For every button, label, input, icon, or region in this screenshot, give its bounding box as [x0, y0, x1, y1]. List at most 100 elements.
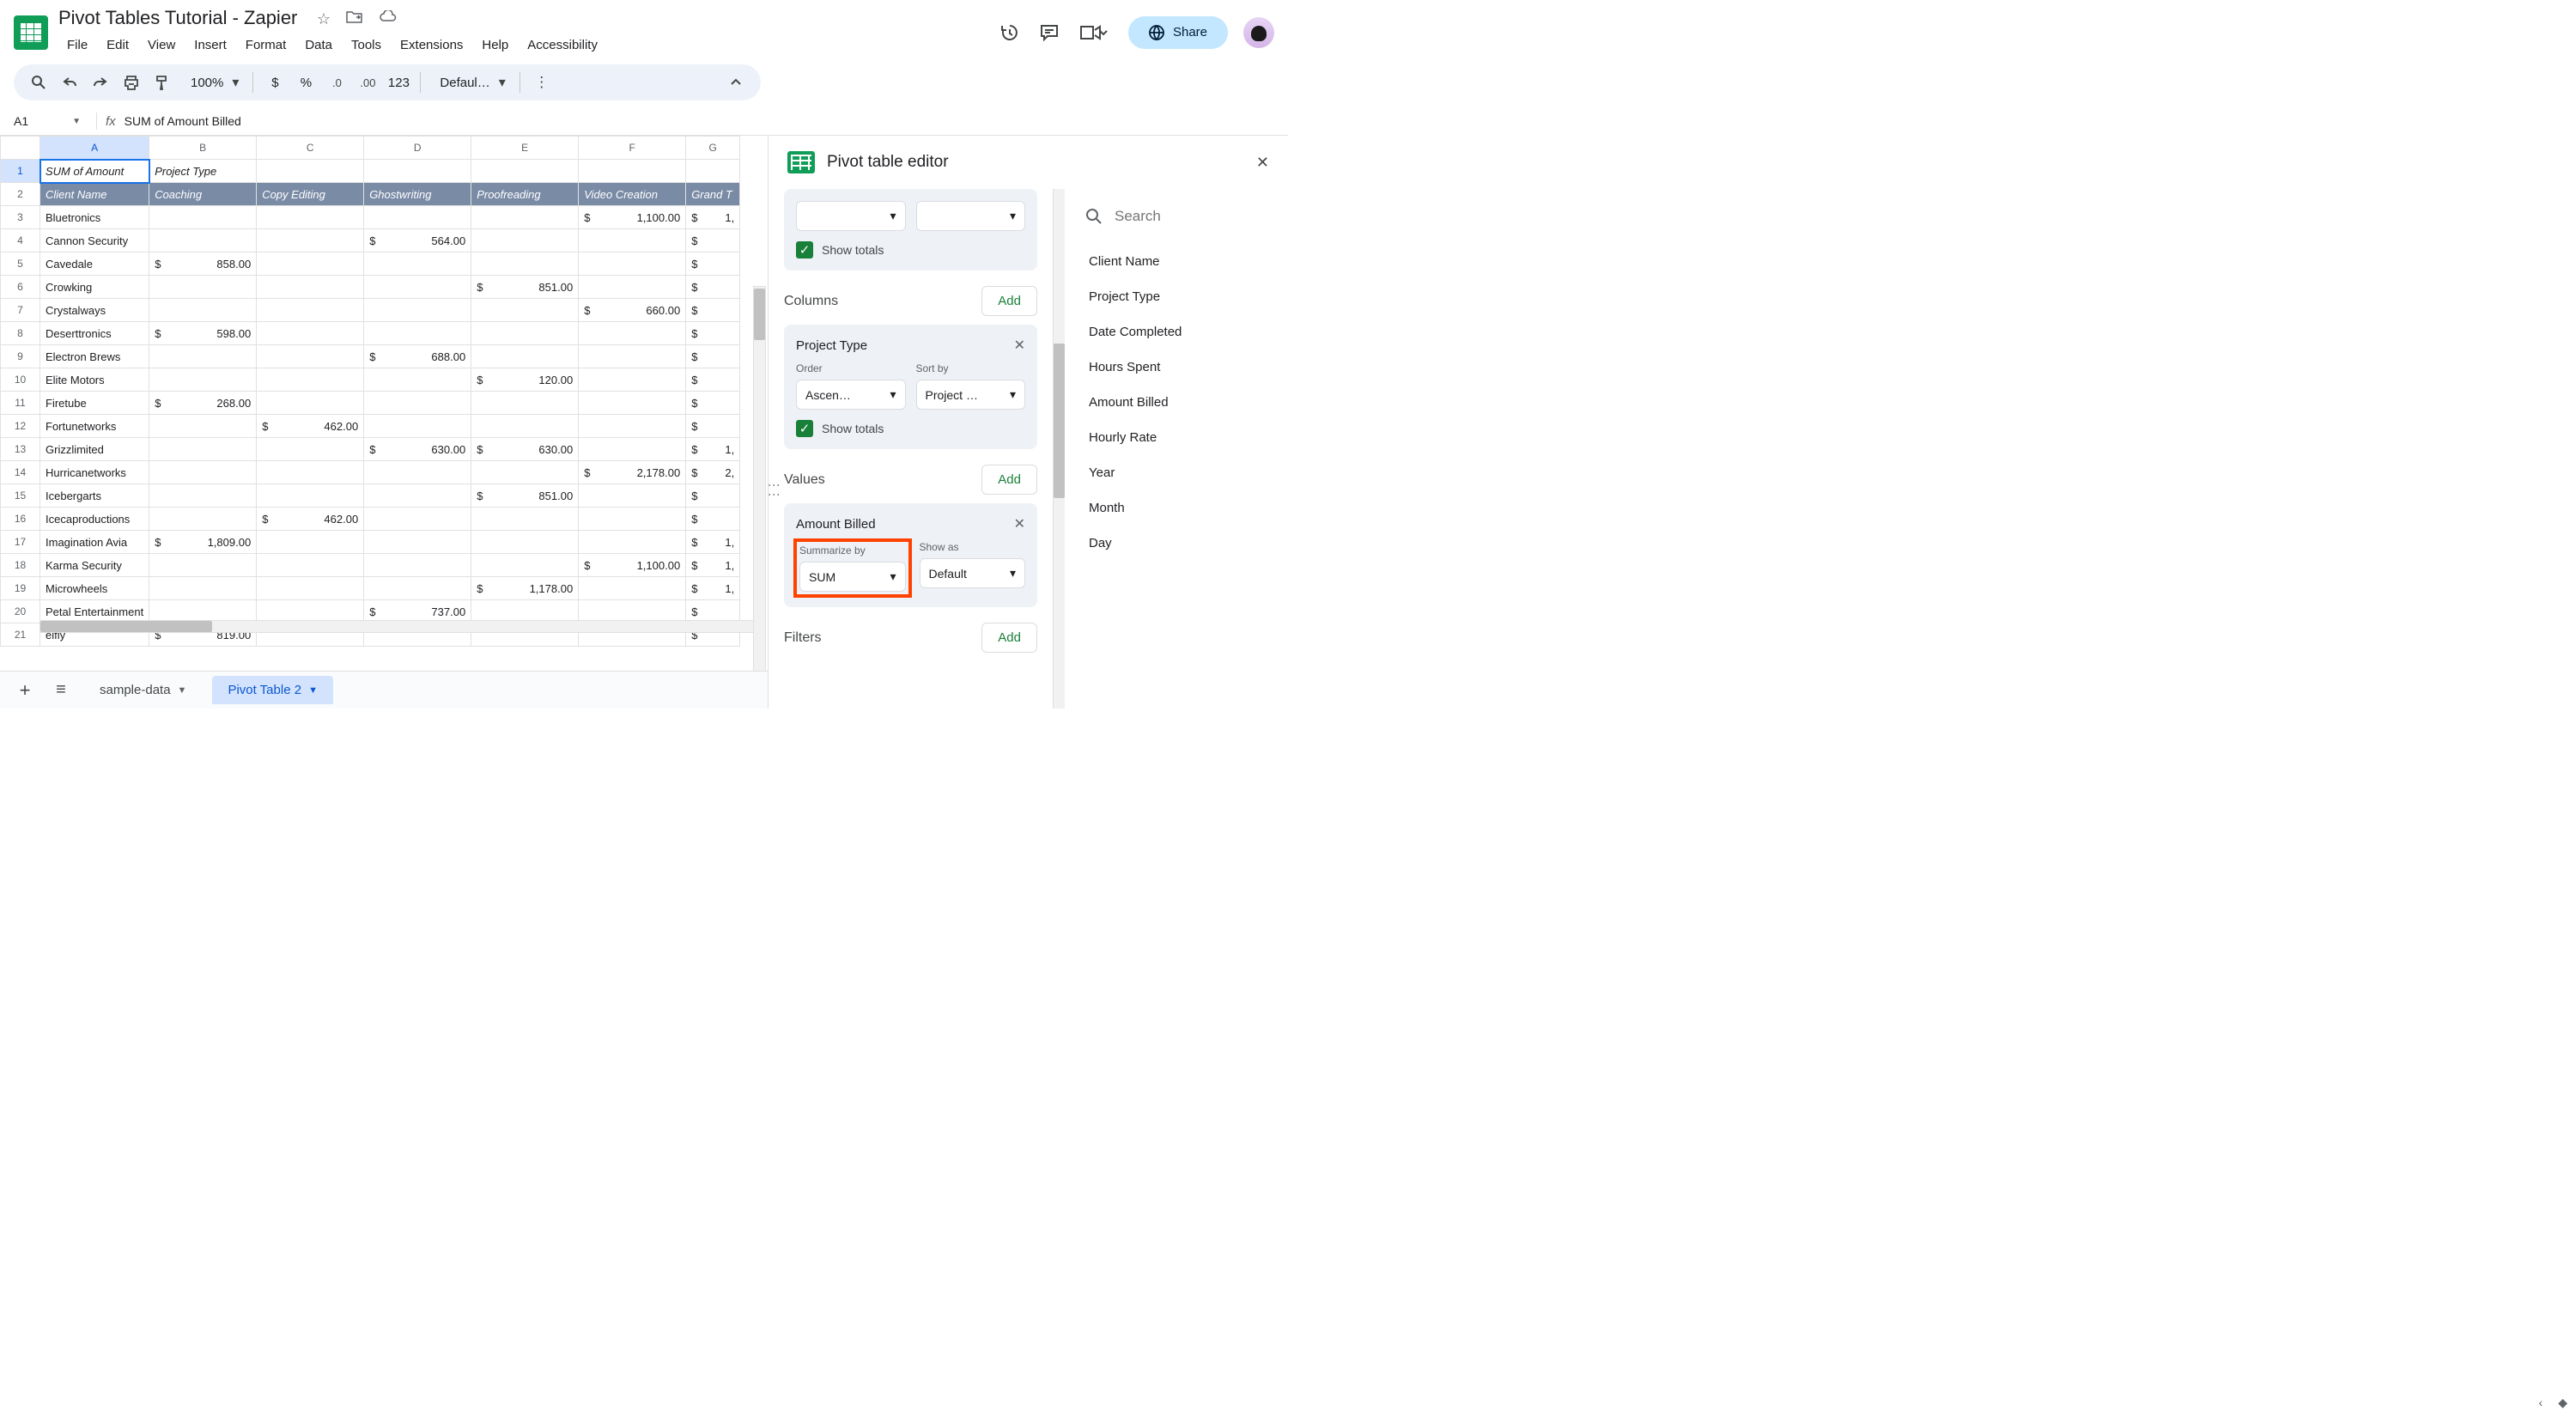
search-icon[interactable] [26, 70, 52, 95]
menu-file[interactable]: File [58, 33, 96, 58]
share-button[interactable]: Share [1128, 16, 1228, 49]
name-box[interactable]: A1▼ [7, 111, 88, 131]
col-header-F[interactable]: F [579, 137, 686, 160]
row-header-17[interactable]: 17 [1, 531, 40, 554]
sortby-dropdown[interactable]: Project …▾ [916, 380, 1026, 410]
cell-A1[interactable]: SUM of Amount [40, 160, 149, 183]
show-totals-checkbox[interactable]: ✓ [796, 241, 813, 258]
field-month[interactable]: Month [1080, 490, 1273, 526]
cell-A4[interactable]: Cannon Security [40, 229, 149, 252]
cell-A13[interactable]: Grizzlimited [40, 438, 149, 461]
menu-tools[interactable]: Tools [343, 33, 390, 58]
cell-A16[interactable]: Icecaproductions [40, 508, 149, 531]
cell-A8[interactable]: Deserttronics [40, 322, 149, 345]
cell-A15[interactable]: Icebergarts [40, 484, 149, 508]
sheets-logo-icon[interactable] [14, 15, 48, 50]
field-day[interactable]: Day [1080, 526, 1273, 561]
cell-A17[interactable]: Imagination Avia [40, 531, 149, 554]
row-header-14[interactable]: 14 [1, 461, 40, 484]
add-values-button[interactable]: Add [981, 465, 1037, 495]
field-amount-billed[interactable]: Amount Billed [1080, 385, 1273, 420]
paint-format-icon[interactable] [149, 70, 175, 95]
field-client-name[interactable]: Client Name [1080, 244, 1273, 279]
menu-edit[interactable]: Edit [98, 33, 137, 58]
remove-project-type-icon[interactable]: ✕ [1014, 337, 1025, 354]
add-sheet-button[interactable]: + [12, 678, 38, 703]
row-header-2[interactable]: 2 [1, 183, 40, 206]
cell-A3[interactable]: Bluetronics [40, 206, 149, 229]
cell-A7[interactable]: Crystalways [40, 299, 149, 322]
row-header-3[interactable]: 3 [1, 206, 40, 229]
redo-icon[interactable] [88, 70, 113, 95]
field-hourly-rate[interactable]: Hourly Rate [1080, 420, 1273, 455]
cell-A18[interactable]: Karma Security [40, 554, 149, 577]
remove-amount-billed-icon[interactable]: ✕ [1014, 515, 1025, 532]
row-header-12[interactable]: 12 [1, 415, 40, 438]
percent-button[interactable]: % [293, 70, 319, 95]
currency-button[interactable]: $ [262, 70, 288, 95]
format-123-button[interactable]: 123 [386, 70, 411, 95]
row-header-19[interactable]: 19 [1, 577, 40, 600]
tab-pivot-table-2[interactable]: Pivot Table 2▼ [212, 676, 333, 704]
collapse-toolbar-icon[interactable] [723, 70, 749, 95]
explore-icon[interactable]: ◆ [2558, 1396, 2567, 1410]
summarize-by-dropdown[interactable]: SUM▾ [799, 562, 906, 592]
field-project-type[interactable]: Project Type [1080, 279, 1273, 314]
row-header-7[interactable]: 7 [1, 299, 40, 322]
row-header-9[interactable]: 9 [1, 345, 40, 368]
font-dropdown[interactable]: Defaul…▾ [429, 74, 510, 91]
row-header-5[interactable]: 5 [1, 252, 40, 276]
field-year[interactable]: Year [1080, 455, 1273, 490]
search-icon[interactable] [1085, 208, 1103, 225]
increase-decimal-icon[interactable]: .00 [355, 70, 380, 95]
field-search-input[interactable] [1115, 208, 1267, 225]
col-header-E[interactable]: E [471, 137, 579, 160]
row-header-6[interactable]: 6 [1, 276, 40, 299]
chevron-left-icon[interactable]: ‹ [2539, 1396, 2543, 1410]
cell-A10[interactable]: Elite Motors [40, 368, 149, 392]
menu-extensions[interactable]: Extensions [392, 33, 471, 58]
row-header-10[interactable]: 10 [1, 368, 40, 392]
panel-scrollbar[interactable] [1054, 189, 1065, 708]
history-icon[interactable] [998, 21, 1022, 45]
cell-A6[interactable]: Crowking [40, 276, 149, 299]
row-header-18[interactable]: 18 [1, 554, 40, 577]
row-header-11[interactable]: 11 [1, 392, 40, 415]
field-date-completed[interactable]: Date Completed [1080, 314, 1273, 350]
field-hours-spent[interactable]: Hours Spent [1080, 350, 1273, 385]
avatar[interactable] [1243, 17, 1274, 48]
rows-sort-dropdown[interactable]: ▾ [916, 201, 1026, 231]
print-icon[interactable] [118, 70, 144, 95]
menu-data[interactable]: Data [296, 33, 341, 58]
order-dropdown[interactable]: Ascen…▾ [796, 380, 906, 410]
formula-text[interactable]: SUM of Amount Billed [125, 114, 241, 128]
more-icon[interactable]: ⋮ [529, 70, 555, 95]
menu-format[interactable]: Format [237, 33, 295, 58]
vertical-scrollbar[interactable] [753, 286, 766, 671]
cell-A19[interactable]: Microwheels [40, 577, 149, 600]
add-columns-button[interactable]: Add [981, 286, 1037, 316]
zoom-dropdown[interactable]: 100%▾ [180, 74, 244, 91]
add-filters-button[interactable]: Add [981, 623, 1037, 653]
row-header-8[interactable]: 8 [1, 322, 40, 345]
menu-view[interactable]: View [139, 33, 184, 58]
menu-help[interactable]: Help [473, 33, 517, 58]
rows-order-dropdown[interactable]: ▾ [796, 201, 906, 231]
star-icon[interactable]: ☆ [317, 10, 331, 28]
spreadsheet-grid[interactable]: ABCDEFG1SUM of AmountProject Type2Client… [0, 136, 740, 647]
cell-A12[interactable]: Fortunetworks [40, 415, 149, 438]
cell-A11[interactable]: Firetube [40, 392, 149, 415]
show-totals-checkbox-cols[interactable]: ✓ [796, 420, 813, 437]
all-sheets-button[interactable]: ≡ [48, 678, 74, 703]
menu-accessibility[interactable]: Accessibility [519, 33, 606, 58]
row-header-21[interactable]: 21 [1, 623, 40, 647]
row-header-20[interactable]: 20 [1, 600, 40, 623]
panel-resize-handle[interactable]: ⋮⋮ [768, 479, 781, 498]
row-header-1[interactable]: 1 [1, 160, 40, 183]
col-header-C[interactable]: C [257, 137, 364, 160]
row-header-13[interactable]: 13 [1, 438, 40, 461]
cell-A9[interactable]: Electron Brews [40, 345, 149, 368]
row-header-15[interactable]: 15 [1, 484, 40, 508]
col-header-G[interactable]: G [686, 137, 740, 160]
col-header-A[interactable]: A [40, 137, 149, 160]
